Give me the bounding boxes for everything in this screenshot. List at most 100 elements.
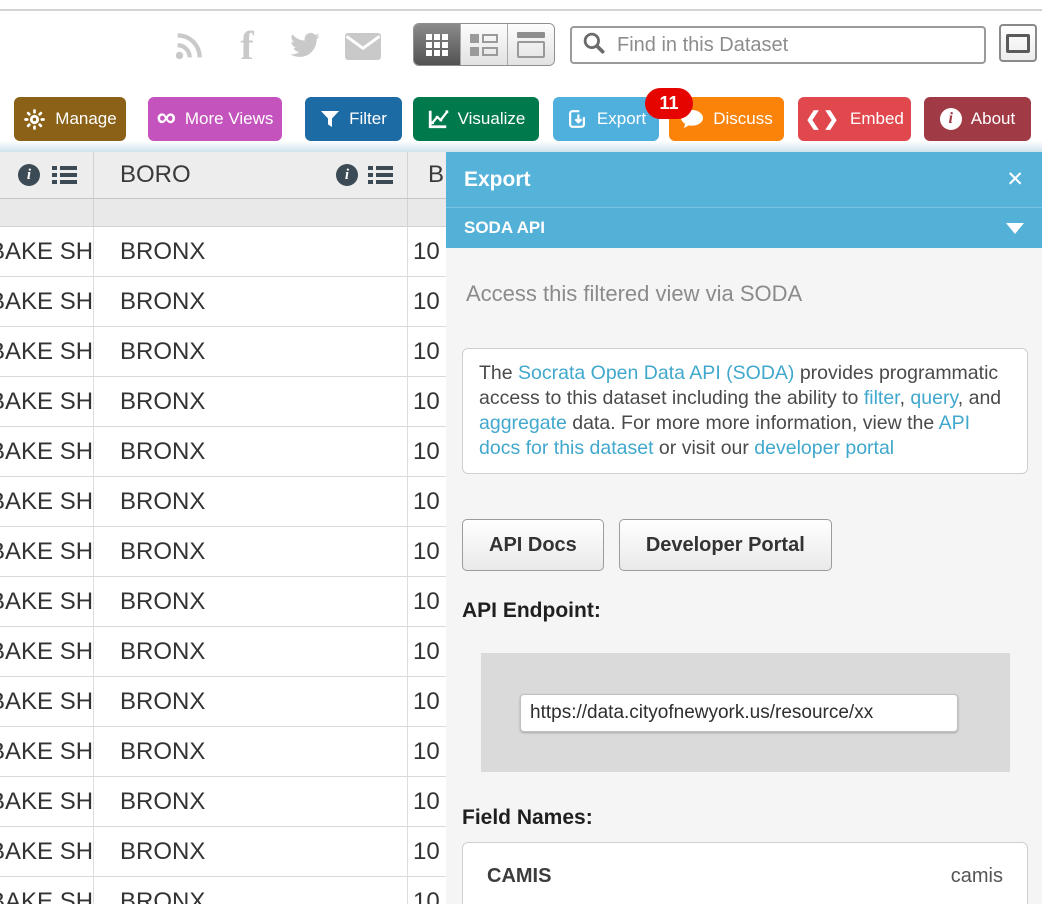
cell-building[interactable]: 10	[408, 277, 446, 326]
table-row: BAKE SH BRONX 10	[0, 327, 446, 377]
cell-building[interactable]: 10	[408, 527, 446, 576]
cell-boro[interactable]: BRONX	[94, 327, 408, 376]
cell-dba[interactable]: BAKE SH	[0, 277, 94, 326]
cell-boro[interactable]: BRONX	[94, 227, 408, 276]
cell-boro[interactable]: BRONX	[94, 727, 408, 776]
description-text: data. For more more information, view th…	[567, 412, 939, 434]
cell-building[interactable]: 10	[408, 577, 446, 626]
cell-dba[interactable]: BAKE SH	[0, 227, 94, 276]
filter-button[interactable]: Filter	[305, 97, 402, 141]
cell-building[interactable]: 10	[408, 477, 446, 526]
twitter-icon[interactable]	[286, 26, 324, 66]
table-row: BAKE SH BRONX 10	[0, 277, 446, 327]
column-menu-icon[interactable]	[52, 166, 77, 184]
embed-button[interactable]: ❮❯ Embed	[798, 97, 911, 141]
cell-boro[interactable]: BRONX	[94, 777, 408, 826]
cell-boro[interactable]: BRONX	[94, 377, 408, 426]
table-view-button[interactable]	[414, 24, 461, 65]
cell-dba[interactable]: BAKE SH	[0, 777, 94, 826]
export-button[interactable]: Export	[553, 97, 659, 141]
close-icon[interactable]: ✕	[1006, 169, 1024, 190]
cell-dba[interactable]: BAKE SH	[0, 627, 94, 676]
inline-link[interactable]: filter	[864, 387, 900, 409]
inline-link[interactable]: developer portal	[754, 437, 894, 459]
cell-dba[interactable]: BAKE SH	[0, 527, 94, 576]
cell-building[interactable]: 10	[408, 377, 446, 426]
inline-link[interactable]: aggregate	[479, 412, 567, 434]
rich-list-view-button[interactable]	[461, 24, 508, 65]
api-endpoint-input[interactable]	[520, 694, 958, 732]
cell-building[interactable]: 10	[408, 677, 446, 726]
inline-link[interactable]: Socrata Open Data API (SODA)	[518, 362, 794, 384]
table-header-row: i BORO i B	[0, 152, 446, 199]
field-names-label: Field Names:	[462, 806, 1026, 830]
export-panel-body: Access this filtered view via SODA The S…	[446, 281, 1042, 904]
cell-building[interactable]: 10	[408, 227, 446, 276]
cell-building[interactable]: 10	[408, 827, 446, 876]
email-icon[interactable]	[344, 26, 382, 66]
fullscreen-button[interactable]	[999, 24, 1037, 62]
cell-boro[interactable]: BRONX	[94, 477, 408, 526]
inline-link[interactable]: query	[910, 387, 957, 409]
cell-boro[interactable]: BRONX	[94, 527, 408, 576]
cell-boro[interactable]: BRONX	[94, 627, 408, 676]
more-views-button[interactable]: ∞ More Views	[148, 97, 282, 141]
cell-dba[interactable]: BAKE SH	[0, 677, 94, 726]
cell-boro[interactable]: BRONX	[94, 277, 408, 326]
description-text: The	[479, 362, 518, 384]
api-buttons-row: API Docs Developer Portal	[462, 519, 1026, 571]
cell-dba[interactable]: BAKE SH	[0, 477, 94, 526]
soda-api-section-header[interactable]: SODA API	[446, 207, 1042, 248]
discuss-count-badge: 11	[645, 88, 693, 119]
view-toggle-group	[413, 23, 555, 66]
table-row: BAKE SH BRONX 10	[0, 727, 446, 777]
cell-boro[interactable]: BRONX	[94, 577, 408, 626]
cell-dba[interactable]: BAKE SH	[0, 727, 94, 776]
funnel-icon	[320, 109, 340, 129]
cell-boro[interactable]: BRONX	[94, 677, 408, 726]
cell-building[interactable]: 10	[408, 627, 446, 676]
column-header-building[interactable]: B	[408, 152, 446, 198]
export-panel-header: Export ✕	[446, 152, 1042, 207]
page-view-button[interactable]	[508, 24, 554, 65]
column-header-dba[interactable]: i	[0, 152, 94, 198]
filter-label: Filter	[349, 109, 387, 129]
cell-building[interactable]: 10	[408, 877, 446, 904]
cell-dba[interactable]: BAKE SH	[0, 427, 94, 476]
cell-dba[interactable]: BAKE SH	[0, 827, 94, 876]
field-api-name: camis	[951, 865, 1003, 888]
rich-list-icon	[470, 34, 498, 56]
rss-icon[interactable]	[170, 26, 208, 66]
search-input[interactable]	[615, 33, 975, 58]
about-button[interactable]: i About	[924, 97, 1031, 141]
cell-dba[interactable]: BAKE SH	[0, 577, 94, 626]
column-header-boro[interactable]: BORO i	[94, 152, 408, 198]
cell-dba[interactable]: BAKE SH	[0, 327, 94, 376]
cell-dba[interactable]: BAKE SH	[0, 377, 94, 426]
column-info-icon[interactable]: i	[336, 164, 358, 186]
toolbar-bottom-fade	[0, 141, 1042, 152]
column-info-icon[interactable]: i	[18, 164, 40, 186]
description-text: ,	[900, 387, 911, 409]
table-row: BAKE SH BRONX 10	[0, 777, 446, 827]
cell-building[interactable]: 10	[408, 327, 446, 376]
export-label: Export	[597, 109, 646, 129]
cell-building[interactable]: 10	[408, 777, 446, 826]
cell-boro[interactable]: BRONX	[94, 827, 408, 876]
cell-building[interactable]: 10	[408, 427, 446, 476]
api-endpoint-label: API Endpoint:	[462, 599, 1026, 623]
table-row: BAKE SH BRONX 10	[0, 627, 446, 677]
cell-building[interactable]: 10	[408, 727, 446, 776]
manage-button[interactable]: Manage	[14, 97, 126, 141]
api-docs-button[interactable]: API Docs	[462, 519, 604, 571]
table-row: BAKE SH BRONX 10	[0, 477, 446, 527]
boro-column-label: BORO	[120, 161, 326, 189]
visualize-button[interactable]: Visualize	[413, 97, 539, 141]
cell-boro[interactable]: BRONX	[94, 877, 408, 904]
column-menu-icon[interactable]	[368, 166, 393, 184]
developer-portal-button[interactable]: Developer Portal	[619, 519, 832, 571]
cell-boro[interactable]: BRONX	[94, 427, 408, 476]
field-display-name: CAMIS	[487, 865, 551, 888]
facebook-icon[interactable]: f	[228, 26, 266, 66]
cell-dba[interactable]: BAKE SH	[0, 877, 94, 904]
